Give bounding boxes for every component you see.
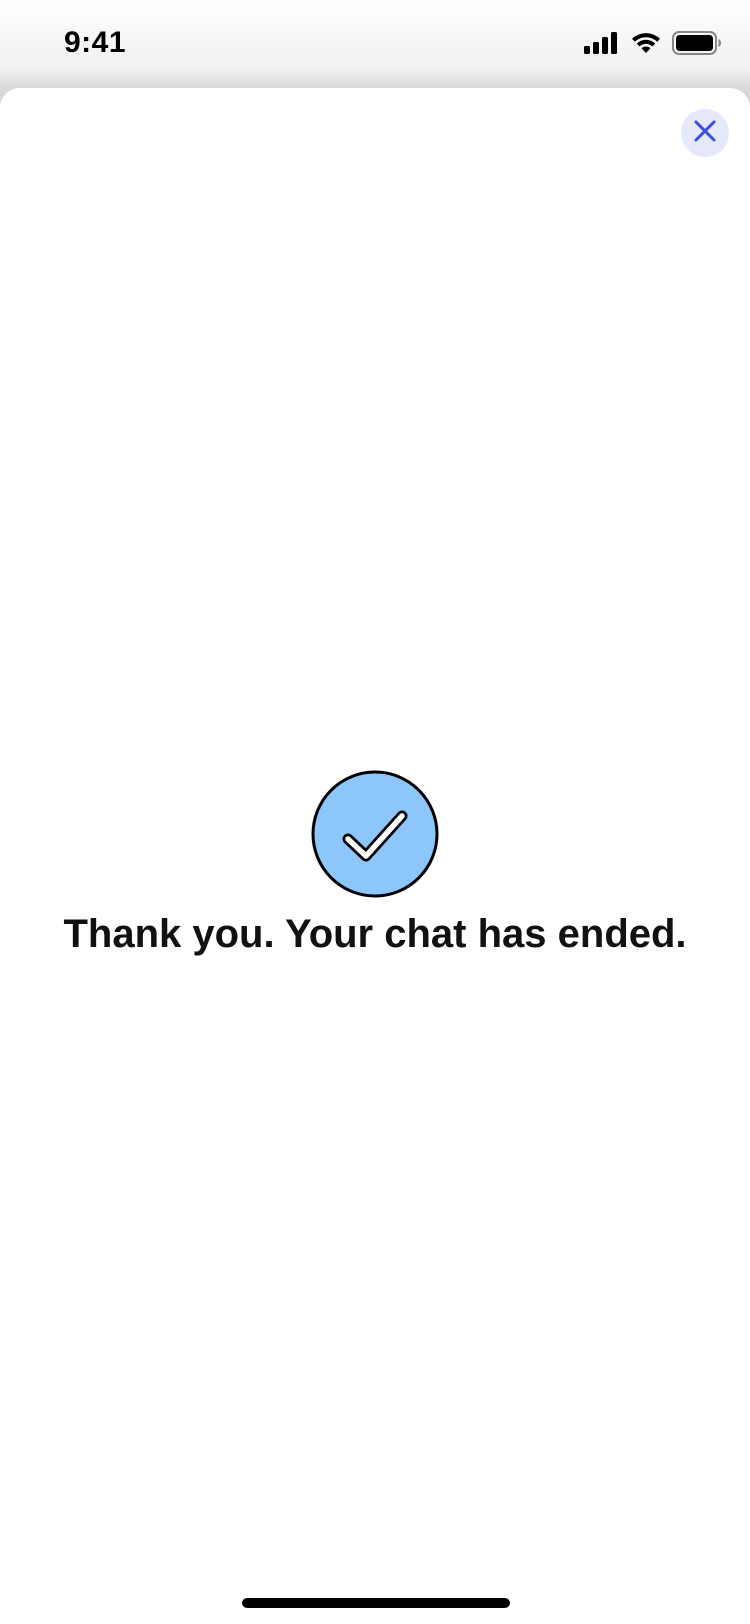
- chat-ended-message: Thank you. Your chat has ended.: [63, 912, 687, 956]
- wifi-icon: [630, 31, 662, 60]
- confirmation-content: Thank you. Your chat has ended.: [0, 770, 750, 957]
- status-icons: [584, 31, 722, 60]
- status-bar: 9:41: [0, 0, 750, 88]
- home-indicator[interactable]: [242, 1598, 510, 1608]
- cellular-signal-icon: [584, 32, 620, 59]
- close-icon: [693, 119, 717, 148]
- checkmark-circle-icon: [311, 770, 439, 898]
- chat-ended-sheet: Thank you. Your chat has ended.: [0, 88, 750, 1624]
- status-time: 9:41: [64, 26, 127, 59]
- screen: 9:41 Thank you. Your chat has ended.: [0, 0, 750, 1624]
- battery-icon: [672, 31, 722, 60]
- close-button[interactable]: [681, 109, 729, 157]
